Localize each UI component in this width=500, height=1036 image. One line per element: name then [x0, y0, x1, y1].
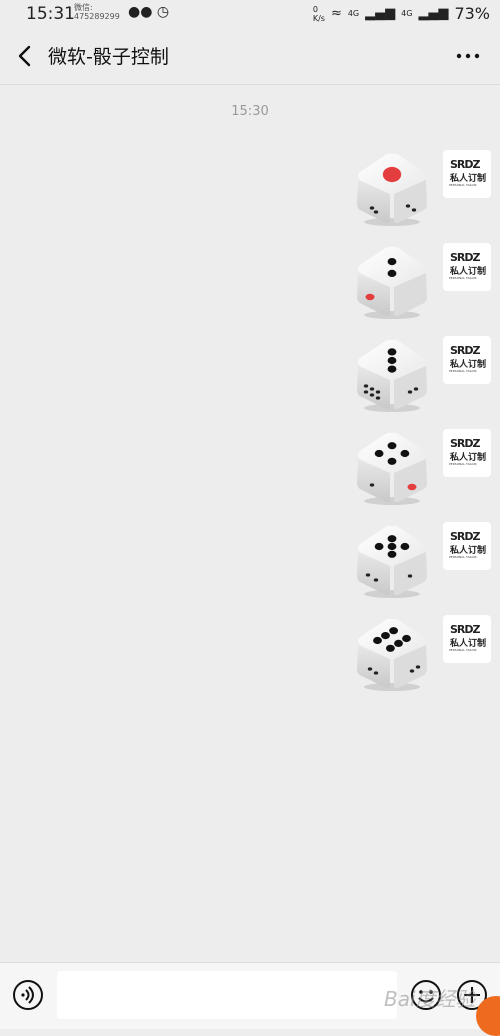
avatar-logo-bottom: PERSONAL TAILOR	[449, 648, 477, 652]
dice-2-icon[interactable]	[352, 241, 432, 321]
dice-pip	[373, 636, 382, 645]
message-input[interactable]	[57, 971, 397, 1019]
input-bar	[0, 962, 500, 1029]
dice-1-icon[interactable]	[352, 148, 432, 228]
avatar-logo-bottom: PERSONAL TAILOR	[449, 462, 477, 466]
avatar-logo-top: SRDZ	[450, 158, 480, 171]
wechat-icon: ●●	[128, 4, 153, 20]
network-speed: 0 K/s	[312, 4, 325, 23]
dice-pip	[374, 542, 384, 551]
avatar-logo-top: SRDZ	[450, 623, 480, 636]
emoji-icon[interactable]	[410, 979, 442, 1011]
dice-6-icon[interactable]	[352, 613, 432, 693]
dice-pip	[386, 644, 395, 652]
wifi-icon: ≈	[330, 6, 342, 21]
dice-pip	[387, 258, 397, 266]
dice-pip	[387, 457, 397, 465]
signal-1-icon: ▂▄▆	[365, 6, 396, 21]
more-dots-icon[interactable]	[456, 52, 480, 60]
dice-pip	[387, 348, 397, 356]
status-wechat-id: 475289299	[74, 12, 120, 21]
avatar[interactable]: SRDZ 私人订制 PERSONAL TAILOR	[443, 522, 491, 570]
dice-pip	[402, 634, 411, 643]
avatar[interactable]: SRDZ 私人订制 PERSONAL TAILOR	[443, 150, 491, 198]
dice-pip	[387, 365, 397, 373]
chevron-left-icon[interactable]	[14, 42, 34, 70]
avatar-logo-bottom: PERSONAL TAILOR	[449, 183, 477, 187]
dice-message: SRDZ 私人订制 PERSONAL TAILOR	[0, 427, 500, 507]
dice-pip	[400, 449, 410, 458]
avatar-logo-top: SRDZ	[450, 344, 480, 357]
dice-message: SRDZ 私人订制 PERSONAL TAILOR	[0, 241, 500, 321]
alarm-icon: ◷	[156, 4, 170, 20]
dice-message: SRDZ 私人订制 PERSONAL TAILOR	[0, 148, 500, 228]
status-wechat-label: 微信:	[74, 3, 93, 12]
dice-pip	[374, 449, 384, 458]
dice-5-icon[interactable]	[352, 520, 432, 600]
avatar-logo-top: SRDZ	[450, 530, 480, 543]
status-right: 0 K/s ≈ 4G ▂▄▆ 4G ▂▄▆ 73%	[313, 4, 490, 23]
dice-3-icon[interactable]	[352, 334, 432, 414]
avatar-logo-top: SRDZ	[450, 251, 480, 264]
avatar[interactable]: SRDZ 私人订制 PERSONAL TAILOR	[443, 429, 491, 477]
voice-icon[interactable]	[12, 979, 44, 1011]
message-timestamp: 15:30	[231, 104, 269, 119]
chat-title: 微软-骰子控制	[48, 46, 169, 68]
status-wechat-notification: 微信: 475289299	[74, 3, 120, 21]
dice-pip	[382, 166, 402, 183]
avatar-logo-bottom: PERSONAL TAILOR	[449, 276, 477, 280]
dice-pip	[387, 269, 397, 277]
avatar-logo-bottom: PERSONAL TAILOR	[449, 555, 477, 559]
avatar-logo-top: SRDZ	[450, 437, 480, 450]
status-bar: 15:31 微信: 475289299 ●● ◷ 0 K/s ≈ 4G ▂▄▆ 4…	[0, 0, 500, 28]
avatar[interactable]: SRDZ 私人订制 PERSONAL TAILOR	[443, 243, 491, 291]
signal-2-label: 4G	[401, 9, 413, 18]
dice-pip	[387, 356, 397, 365]
dice-pip	[387, 542, 397, 551]
dice-message: SRDZ 私人订制 PERSONAL TAILOR	[0, 334, 500, 414]
avatar-logo-bottom: PERSONAL TAILOR	[449, 369, 477, 373]
signal-2-icon: ▂▄▆	[418, 6, 449, 21]
signal-1-label: 4G	[347, 9, 360, 18]
avatar[interactable]: SRDZ 私人订制 PERSONAL TAILOR	[443, 615, 491, 663]
dice-pip	[387, 442, 397, 450]
dice-4-icon[interactable]	[352, 427, 432, 507]
avatar[interactable]: SRDZ 私人订制 PERSONAL TAILOR	[443, 336, 491, 384]
status-notification-icons: ●● ◷	[128, 4, 169, 20]
status-time: 15:31	[26, 4, 75, 24]
chat-header: 微软-骰子控制	[0, 28, 500, 85]
dice-pip	[389, 627, 398, 635]
dice-pip	[387, 550, 397, 558]
battery-level: 73%	[454, 4, 490, 23]
dice-pip	[381, 632, 390, 640]
dice-pip	[387, 535, 397, 543]
dice-pip	[394, 639, 403, 647]
dice-message: SRDZ 私人订制 PERSONAL TAILOR	[0, 613, 500, 693]
dice-pip	[400, 542, 410, 551]
dice-message: SRDZ 私人订制 PERSONAL TAILOR	[0, 520, 500, 600]
